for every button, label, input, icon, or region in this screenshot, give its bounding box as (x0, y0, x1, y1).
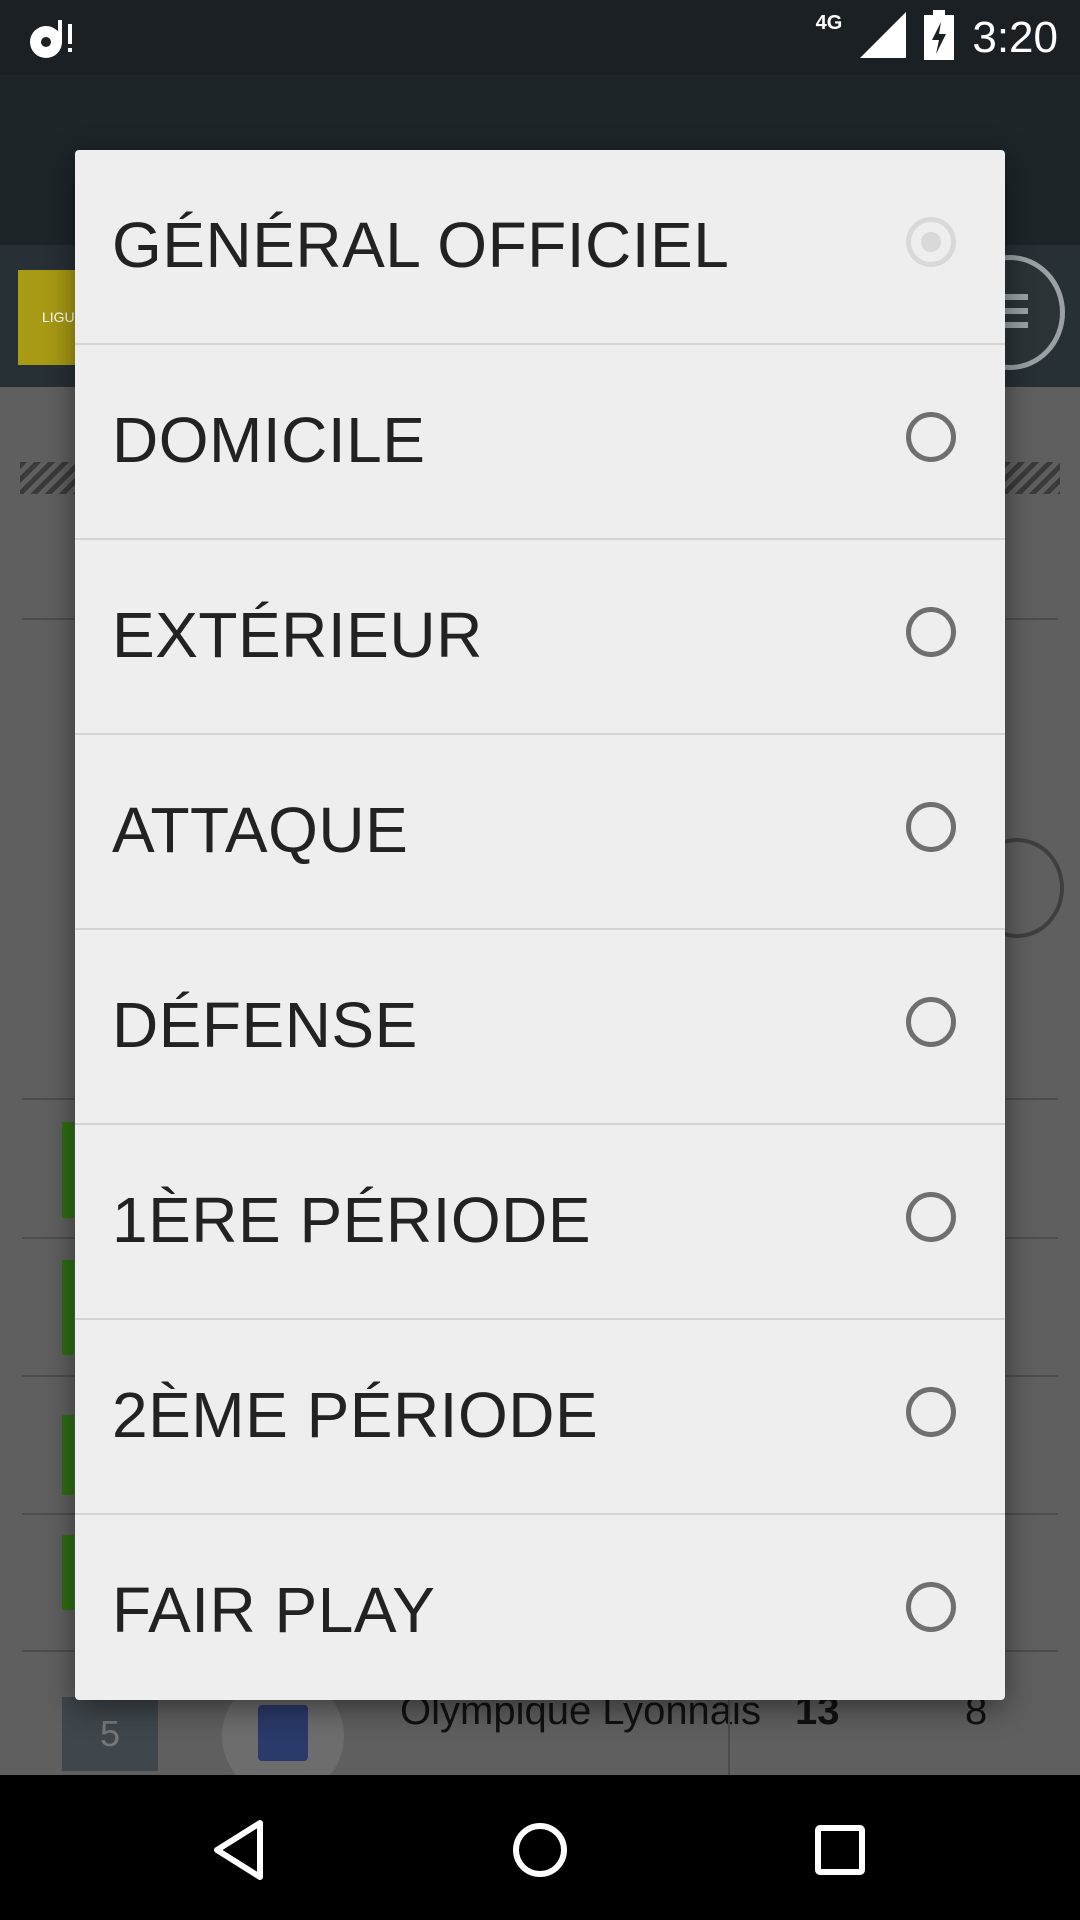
recents-icon[interactable] (805, 1815, 875, 1885)
option-label: FAIR PLAY (112, 1574, 436, 1646)
qualification-marker (62, 1415, 74, 1495)
qualification-marker (62, 1535, 74, 1610)
back-icon[interactable] (205, 1815, 275, 1885)
option-domicile[interactable]: DOMICILE (75, 345, 1005, 540)
radio-icon[interactable] (906, 1387, 956, 1437)
option-label: DÉFENSE (112, 989, 418, 1061)
home-icon[interactable] (505, 1815, 575, 1885)
radio-icon[interactable] (906, 802, 956, 852)
option-general-officiel[interactable]: GÉNÉRAL OFFICIEL (75, 150, 1005, 345)
option-defense[interactable]: DÉFENSE (75, 930, 1005, 1125)
option-attaque[interactable]: ATTAQUE (75, 735, 1005, 930)
clock: 3:20 (972, 12, 1058, 62)
option-label: GÉNÉRAL OFFICIEL (112, 209, 730, 281)
qualification-marker (62, 1260, 74, 1355)
option-label: DOMICILE (112, 404, 426, 476)
rank-badge: 5 (62, 1697, 158, 1771)
radio-icon[interactable] (906, 1192, 956, 1242)
status-bar: 4G 3:20 (0, 0, 1080, 75)
option-label: 1ÈRE PÉRIODE (112, 1184, 592, 1256)
option-1ere-periode[interactable]: 1ÈRE PÉRIODE (75, 1125, 1005, 1320)
radio-icon[interactable] (906, 1582, 956, 1632)
option-label: EXTÉRIEUR (112, 599, 483, 671)
option-fair-play[interactable]: FAIR PLAY (75, 1515, 1005, 1708)
signal-icon (860, 12, 907, 63)
network-type-label: 4G (815, 12, 843, 34)
music-notification-icon (28, 16, 78, 65)
ranking-type-dialog: GÉNÉRAL OFFICIEL DOMICILE EXTÉRIEUR ATTA… (75, 150, 1005, 1700)
option-label: 2ÈME PÉRIODE (112, 1379, 599, 1451)
qualification-marker (62, 1122, 74, 1218)
option-exterieur[interactable]: EXTÉRIEUR (75, 540, 1005, 735)
radio-icon[interactable] (906, 412, 956, 462)
option-2eme-periode[interactable]: 2ÈME PÉRIODE (75, 1320, 1005, 1515)
radio-icon[interactable] (906, 997, 956, 1047)
battery-charging-icon (924, 10, 955, 65)
radio-icon[interactable] (906, 607, 956, 657)
radio-selected-icon[interactable] (906, 217, 956, 267)
system-nav-bar (0, 1775, 1080, 1920)
option-label: ATTAQUE (112, 794, 409, 866)
